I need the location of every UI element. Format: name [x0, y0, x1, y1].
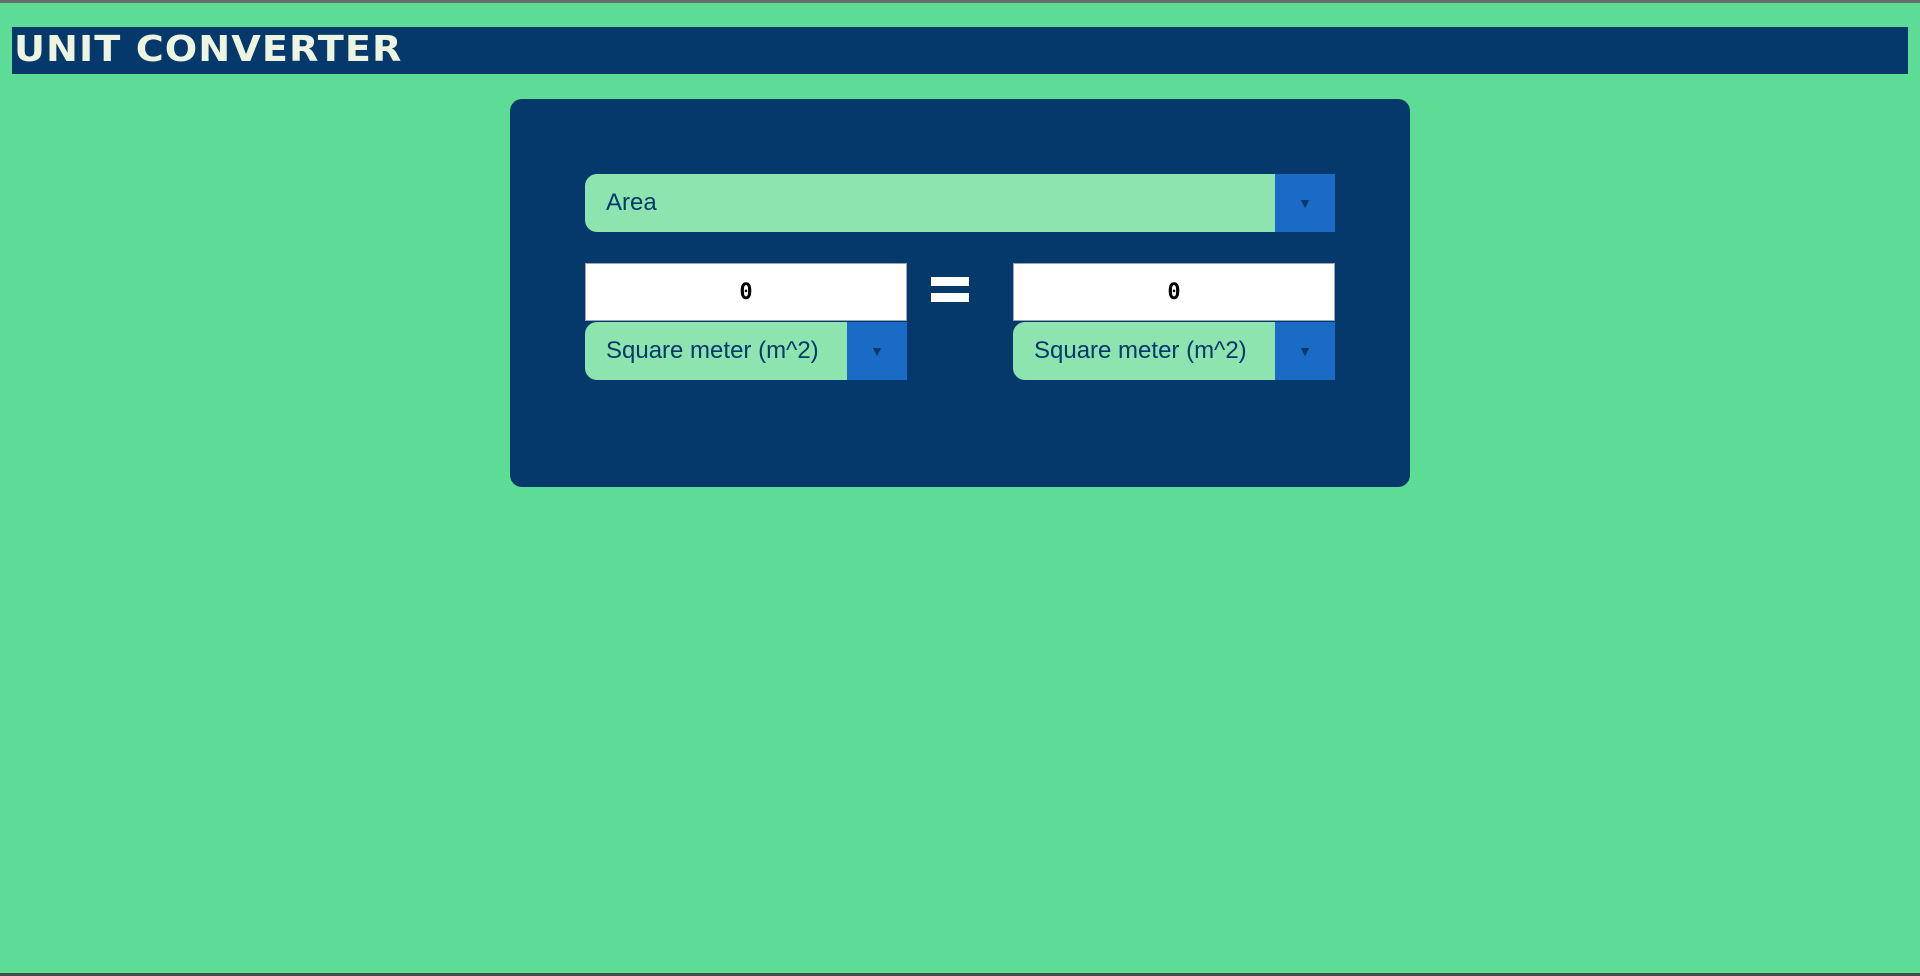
- top-border: [0, 0, 1920, 3]
- to-unit-select[interactable]: Square meter (m^2) ▼: [1013, 322, 1335, 380]
- equals-sign-icon: [931, 277, 969, 309]
- triangle-down-icon[interactable]: ▼: [847, 322, 907, 380]
- triangle-down-icon[interactable]: ▼: [1275, 322, 1335, 380]
- from-unit-select[interactable]: Square meter (m^2) ▼: [585, 322, 907, 380]
- triangle-down-icon[interactable]: ▼: [1275, 174, 1335, 232]
- to-unit-select-value: Square meter (m^2): [1034, 337, 1247, 364]
- category-select-value: Area: [606, 189, 657, 216]
- from-value-input[interactable]: [585, 263, 907, 321]
- category-select[interactable]: Area ▼: [585, 174, 1335, 232]
- from-unit-select-value: Square meter (m^2): [606, 337, 819, 364]
- equals-bar-bottom: [931, 293, 969, 302]
- converter-panel: Area ▼ Square meter (m^2) ▼ Square meter…: [510, 99, 1410, 487]
- equals-bar-top: [931, 277, 969, 286]
- to-value-input[interactable]: [1013, 263, 1335, 321]
- page-header: UNIT CONVERTER: [12, 27, 1908, 74]
- page-title: UNIT CONVERTER: [14, 29, 403, 70]
